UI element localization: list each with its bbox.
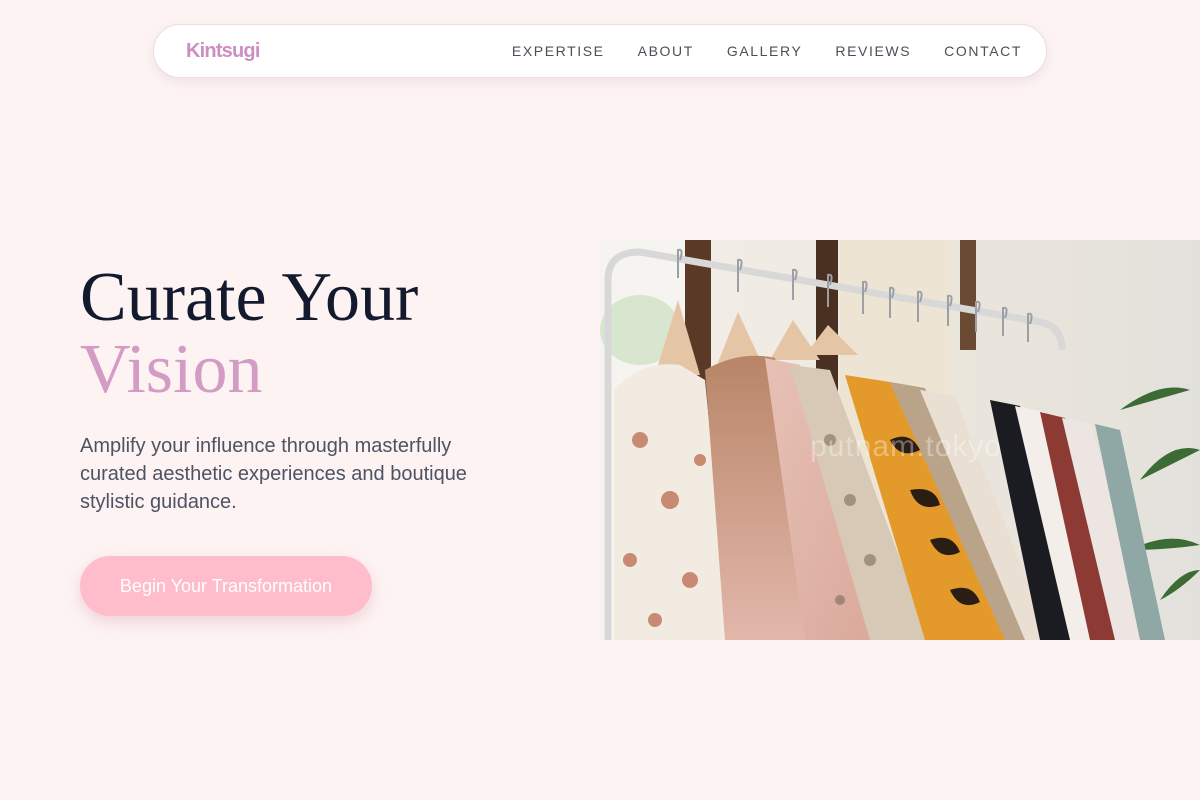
hero-section: Curate Your Vision Amplify your influenc… [80,262,540,516]
hero-headline: Curate Your Vision [80,262,540,406]
hero-headline-line1: Curate Your [80,259,419,336]
image-watermark: putnam.tokyo [810,430,1003,463]
hero-headline-accent: Vision [80,331,263,408]
top-navbar: Kintsugi EXPERTISE ABOUT GALLERY REVIEWS… [153,24,1047,78]
nav-link-expertise[interactable]: EXPERTISE [512,43,605,59]
nav-links: EXPERTISE ABOUT GALLERY REVIEWS CONTACT [512,43,1022,59]
brand-logo[interactable]: Kintsugi [186,40,260,63]
begin-transformation-button[interactable]: Begin Your Transformation [80,556,372,616]
nav-link-contact[interactable]: CONTACT [944,43,1022,59]
clothing-rack-image: putnam.tokyo [600,240,1200,640]
nav-link-gallery[interactable]: GALLERY [727,43,803,59]
nav-link-reviews[interactable]: REVIEWS [835,43,911,59]
nav-link-about[interactable]: ABOUT [638,43,694,59]
hero-subtitle: Amplify your influence through masterful… [80,435,467,513]
